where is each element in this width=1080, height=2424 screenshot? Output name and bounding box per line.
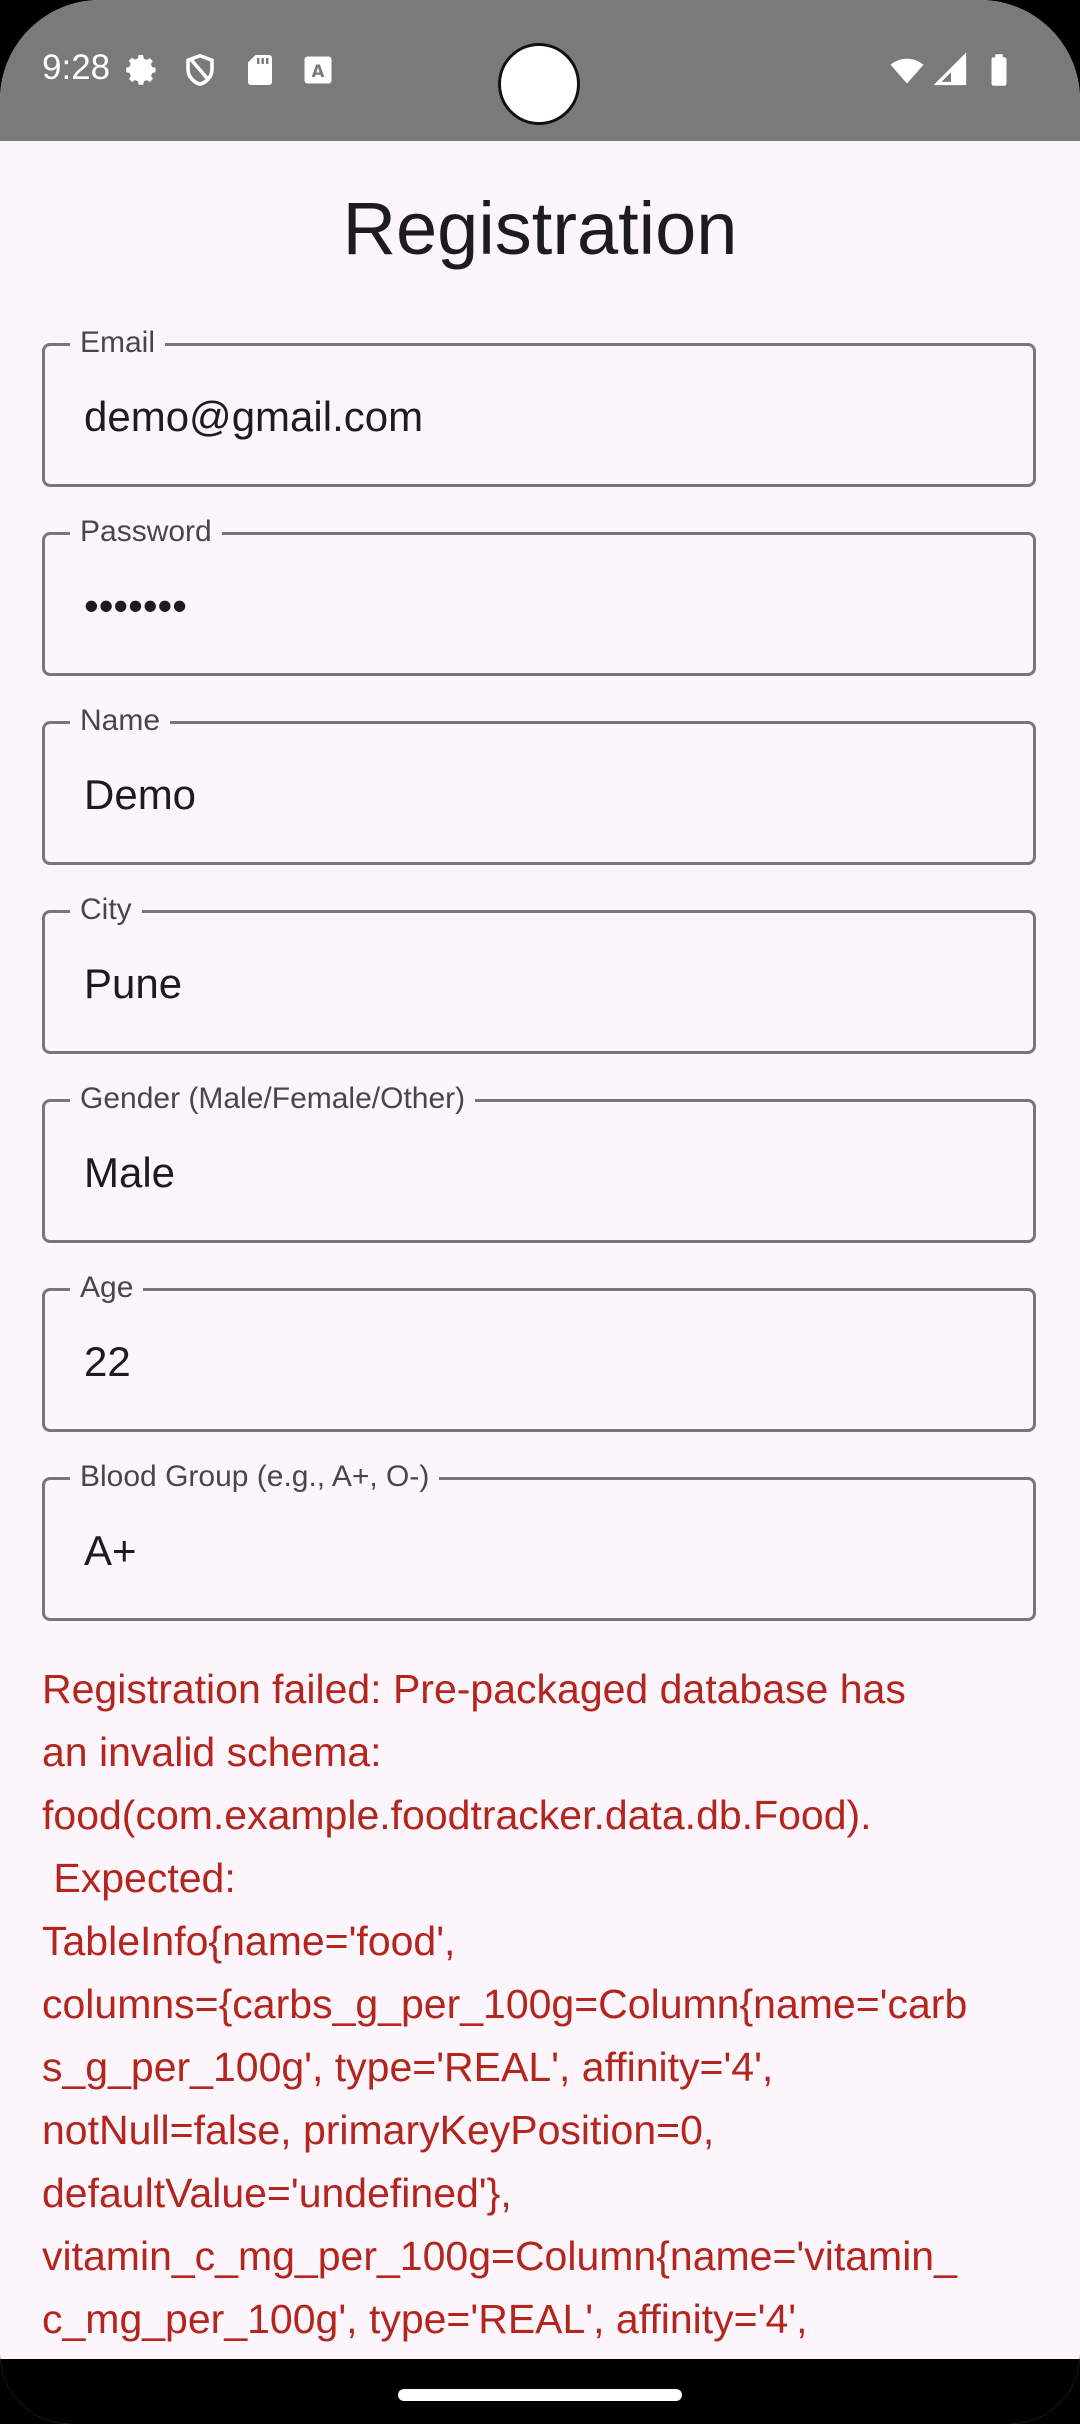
- error-line: food(com.example.foodtracker.data.db.Foo…: [42, 1792, 872, 1838]
- error-line: an invalid schema:: [42, 1729, 382, 1775]
- password-label: Password: [70, 515, 222, 549]
- gender-field[interactable]: Gender (Male/Female/Other) Male: [42, 1082, 1036, 1243]
- cell-signal-icon: [933, 52, 967, 86]
- gender-field-outline: [42, 1099, 1036, 1243]
- status-time: 9:28: [42, 48, 111, 87]
- sd-card-icon: [248, 55, 272, 85]
- age-value[interactable]: 22: [84, 1336, 131, 1388]
- age-field[interactable]: Age 22: [42, 1271, 1036, 1432]
- name-label: Name: [70, 704, 171, 738]
- name-field[interactable]: Name Demo: [42, 704, 1036, 865]
- error-line: TableInfo{name='food',: [42, 1918, 456, 1964]
- keyboard-a-icon: A: [304, 56, 332, 84]
- wifi-icon: [890, 58, 924, 84]
- password-field[interactable]: Password •••••••: [42, 515, 1036, 676]
- error-line: Expected:: [42, 1855, 236, 1901]
- error-line: s_g_per_100g', type='REAL', affinity='4'…: [42, 2044, 774, 2090]
- error-message: Registration failed: Pre-packaged databa…: [42, 1658, 1042, 2351]
- city-label: City: [70, 893, 142, 927]
- svg-text:A: A: [312, 62, 325, 81]
- city-field[interactable]: City Pune: [42, 893, 1036, 1054]
- error-line: vitamin_c_mg_per_100g=Column{name='vitam…: [42, 2233, 957, 2279]
- blood-group-label: Blood Group (e.g., A+, O-): [70, 1460, 440, 1494]
- status-bar: 9:28 A: [0, 0, 1080, 141]
- email-label: Email: [70, 326, 166, 360]
- gear-icon: [126, 55, 156, 85]
- city-value[interactable]: Pune: [84, 958, 182, 1010]
- city-field-outline: [42, 910, 1036, 1054]
- page-title: Registration: [342, 187, 738, 270]
- shield-icon: [186, 53, 214, 87]
- error-line: defaultValue='undefined'},: [42, 2170, 512, 2216]
- age-field-outline: [42, 1288, 1036, 1432]
- blood-group-field-outline: [42, 1477, 1036, 1621]
- error-line: columns={carbs_g_per_100g=Column{name='c…: [42, 1981, 968, 2027]
- gender-label: Gender (Male/Female/Other): [70, 1082, 476, 1116]
- email-value[interactable]: demo@gmail.com: [84, 391, 423, 443]
- error-line: Registration failed: Pre-packaged databa…: [42, 1666, 906, 1712]
- name-value[interactable]: Demo: [84, 769, 196, 821]
- age-label: Age: [70, 1271, 144, 1305]
- password-value[interactable]: •••••••: [84, 580, 187, 632]
- home-gesture-handle[interactable]: [398, 2389, 682, 2401]
- camera-cutout: [498, 43, 580, 125]
- error-line: notNull=false, primaryKeyPosition=0,: [42, 2107, 715, 2153]
- app-screen: 9:28 A Registration Email demo@gmail.com…: [0, 0, 1080, 2424]
- battery-icon: [991, 54, 1007, 86]
- blood-group-field[interactable]: Blood Group (e.g., A+, O-) A+: [42, 1460, 1036, 1621]
- blood-group-value[interactable]: A+: [84, 1525, 137, 1577]
- gender-value[interactable]: Male: [84, 1147, 175, 1199]
- email-field[interactable]: Email demo@gmail.com: [42, 326, 1036, 487]
- password-field-outline: [42, 532, 1036, 676]
- error-line: c_mg_per_100g', type='REAL', affinity='4…: [42, 2296, 808, 2342]
